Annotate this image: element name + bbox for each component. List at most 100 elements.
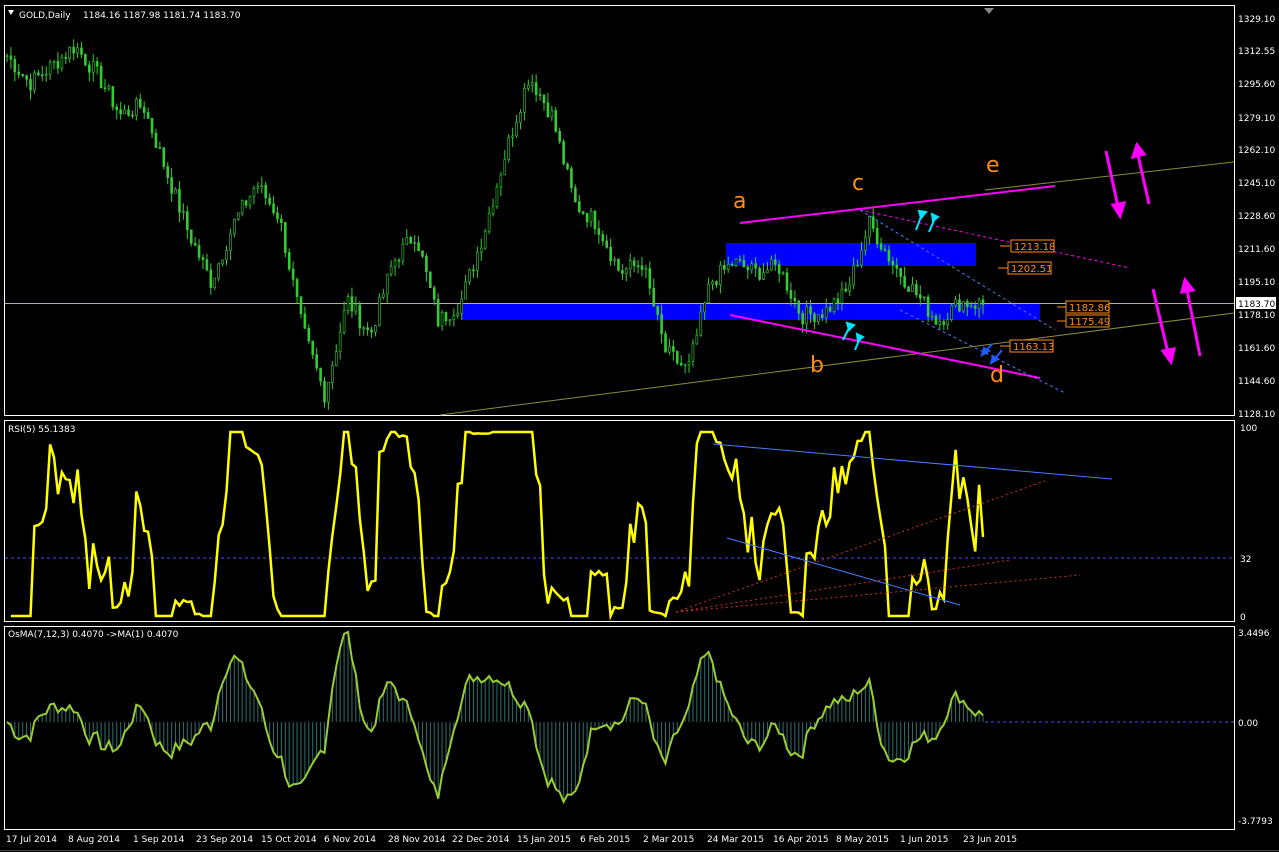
candle-body — [836, 298, 840, 304]
candle-body — [613, 258, 616, 262]
candle-body — [413, 242, 416, 244]
candle-body — [138, 98, 142, 108]
candle-body — [448, 319, 452, 322]
candle-body — [103, 87, 107, 90]
candle-body — [472, 269, 475, 272]
candle-body — [907, 286, 910, 292]
candles — [5, 39, 985, 410]
candle-body — [895, 264, 899, 269]
candle-body — [338, 331, 342, 352]
candle-body — [660, 314, 663, 335]
candle-body — [687, 361, 691, 366]
candle-body — [319, 367, 322, 382]
candle-body — [354, 304, 358, 312]
candle-body — [915, 284, 918, 296]
candle-body — [358, 304, 362, 329]
candle-body — [327, 382, 330, 403]
candle-body — [350, 296, 354, 312]
candle-body — [625, 268, 628, 274]
candle-body — [879, 243, 883, 250]
candle-body — [781, 272, 785, 275]
candle-body — [672, 346, 675, 352]
candle-body — [750, 263, 754, 271]
candle-body — [668, 346, 671, 353]
candle-body — [644, 268, 648, 270]
candle-body — [770, 259, 773, 271]
candle-body — [738, 258, 742, 261]
candle-body — [789, 290, 793, 299]
candle-body — [76, 47, 79, 54]
candle-body — [72, 47, 75, 54]
candle-body — [209, 269, 213, 288]
candle-body — [899, 267, 902, 277]
dropdown-triangle-icon[interactable] — [8, 10, 14, 15]
candle-body — [793, 297, 797, 302]
candle-body — [342, 310, 346, 333]
candle-body — [593, 210, 597, 229]
candle-body — [785, 272, 789, 291]
price-marker-text: 1213.18 — [1014, 242, 1055, 253]
candle-body — [127, 109, 130, 116]
magenta-arrows-icon — [1104, 141, 1202, 366]
candle-body — [299, 296, 303, 315]
candle-body — [922, 296, 926, 299]
rsi-fan-1 — [675, 480, 1046, 613]
date-tick: 24 Mar 2015 — [707, 835, 764, 845]
candle-body — [777, 264, 781, 274]
candle-body — [726, 263, 730, 270]
candle-body — [479, 247, 483, 253]
wave-label-c: c — [852, 171, 864, 196]
candle-body — [734, 258, 738, 266]
candle-body — [499, 174, 503, 188]
candle-body — [918, 294, 922, 299]
candle-body — [432, 287, 436, 300]
price-tick: 1195.10 — [1238, 278, 1275, 288]
rsi-axis-tick: 32 — [1240, 555, 1251, 565]
scroll-marker-icon[interactable] — [984, 8, 994, 14]
candle-body — [636, 265, 640, 267]
candle-body — [617, 258, 620, 271]
price-tick: 1228.60 — [1238, 212, 1275, 222]
candle-body — [33, 72, 36, 91]
candle-body — [213, 277, 217, 288]
price-tick: 1295.60 — [1238, 80, 1275, 90]
candle-body — [393, 259, 397, 267]
candle-body — [268, 197, 271, 205]
candle-body — [856, 264, 859, 267]
wave-label-a: a — [733, 189, 746, 214]
candle-body — [864, 236, 867, 251]
candle-body — [656, 306, 659, 315]
candle-body — [589, 210, 593, 223]
price-marker-text: 1163.13 — [1013, 342, 1054, 353]
candle-body — [981, 299, 985, 305]
candle-body — [958, 299, 961, 312]
candle-body — [146, 112, 150, 119]
osma-axis-tick: 0.00 — [1238, 719, 1258, 729]
candle-body — [523, 88, 526, 113]
candle-body — [315, 354, 318, 369]
price-marker-text: 1202.51 — [1011, 264, 1052, 275]
wave-label-d: d — [990, 363, 1004, 388]
candle-body — [272, 203, 275, 214]
candle-body — [903, 276, 906, 288]
candle-body — [197, 245, 201, 258]
candle-body — [182, 211, 185, 214]
candle-body — [495, 186, 499, 207]
candle-body — [503, 159, 507, 176]
chart-canvas[interactable]: GOLD,Daily 1184.16 1187.98 1181.74 1183.… — [0, 0, 1279, 852]
candle-body — [828, 306, 832, 312]
current-price-text: 1183.70 — [1238, 300, 1275, 310]
candle-body — [436, 299, 440, 327]
candle-body — [60, 56, 64, 69]
candle-body — [926, 296, 930, 317]
candle-body — [421, 250, 424, 257]
osma-axis-tick: 3.4496 — [1238, 629, 1270, 639]
candle-body — [378, 296, 381, 326]
candle-body — [158, 147, 162, 149]
candle-body — [511, 135, 514, 138]
candle-body — [374, 325, 377, 333]
price-tick: 1161.60 — [1238, 344, 1275, 354]
candle-body — [542, 94, 546, 104]
candle-body — [323, 380, 326, 403]
candle-body — [84, 54, 87, 66]
